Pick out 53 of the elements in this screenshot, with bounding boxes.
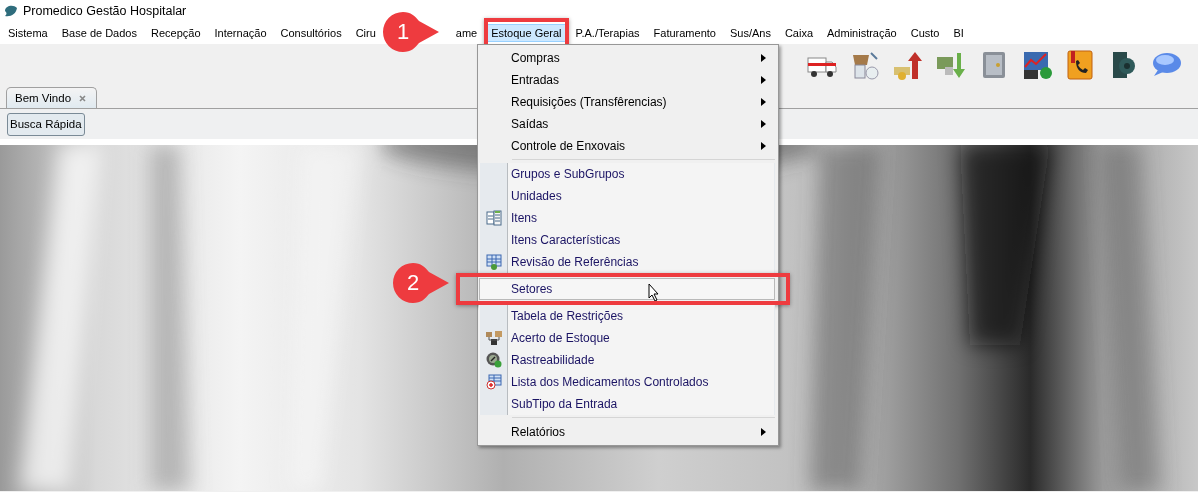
close-icon[interactable] [79,94,87,102]
menu-option[interactable]: Controle de Enxovais [479,135,775,157]
submenu-arrow-icon [761,54,766,62]
menu-option[interactable]: Grupos e SubGrupos [479,163,775,185]
submenu-arrow-icon [761,142,766,150]
menu-item[interactable]: Ciru [348,24,383,42]
menu-item[interactable]: ame [448,24,485,42]
step-callout: 2 [392,262,450,304]
menu-option[interactable]: Unidades [479,185,775,207]
menu-item[interactable]: Sus/Ans [722,24,778,42]
menu-item[interactable]: Administração [820,24,904,42]
phone-book-icon[interactable] [1064,49,1096,81]
gauge-icon [486,352,502,368]
window-title: Promedico Gestão Hospitalar [23,4,187,18]
menu-item[interactable]: Internação [207,24,274,42]
menu-option[interactable]: Itens [479,207,775,229]
menu-option[interactable]: Tabela de Restrições [479,305,775,327]
menu-item[interactable]: Recepção [143,24,208,42]
tab-label: Bem Vindo [15,92,72,104]
menu-option[interactable]: Itens Características [479,229,775,251]
menu-option[interactable]: Rastreabilidade [479,349,775,371]
submenu-arrow-icon [761,120,766,128]
menu-item[interactable]: Base de Dados [54,24,144,42]
menu-item[interactable]: Sistema [1,24,55,42]
menu-option[interactable]: Requisições (Transfêrencias) [479,91,775,113]
menu-option[interactable]: Acerto de Estoque [479,327,775,349]
submenu-arrow-icon [761,428,766,436]
menu-item[interactable]: Faturamento [646,24,723,42]
menu-option[interactable]: Lista dos Medicamentos Controlados [479,371,775,393]
quick-search-button[interactable]: Busca Rápida [7,112,85,136]
menu-option[interactable]: Revisão de Referências [479,251,775,273]
menu-item[interactable]: BI [946,24,971,42]
submenu-arrow-icon [761,98,766,106]
menu-item[interactable]: P.A./Terapias [568,24,647,42]
boxes-icon [485,330,503,346]
submenu-arrow-icon [761,76,766,84]
medical-list-icon [486,374,502,390]
menu-option[interactable]: SubTipo da Entrada [479,393,775,415]
finance-chart-icon[interactable] [1021,49,1053,81]
menu-item[interactable]: Custo [903,24,947,42]
menu-option[interactable]: Relatórios [479,421,775,443]
menu-option[interactable]: Entradas [479,69,775,91]
menu-item[interactable]: Consultórios [273,24,349,42]
tables-icon [486,210,502,226]
tab[interactable]: Bem Vindo [6,87,98,108]
menu-option[interactable]: Setores [479,278,775,300]
menu-option[interactable]: Compras [479,47,775,69]
menu-item[interactable]: Caixa [777,24,821,42]
menu-option[interactable]: Saídas [479,113,775,135]
mouse-pointer-icon [648,283,660,301]
app-logo-icon [4,4,18,18]
grid-icon [486,254,502,270]
step-callout: 1 [382,11,440,53]
